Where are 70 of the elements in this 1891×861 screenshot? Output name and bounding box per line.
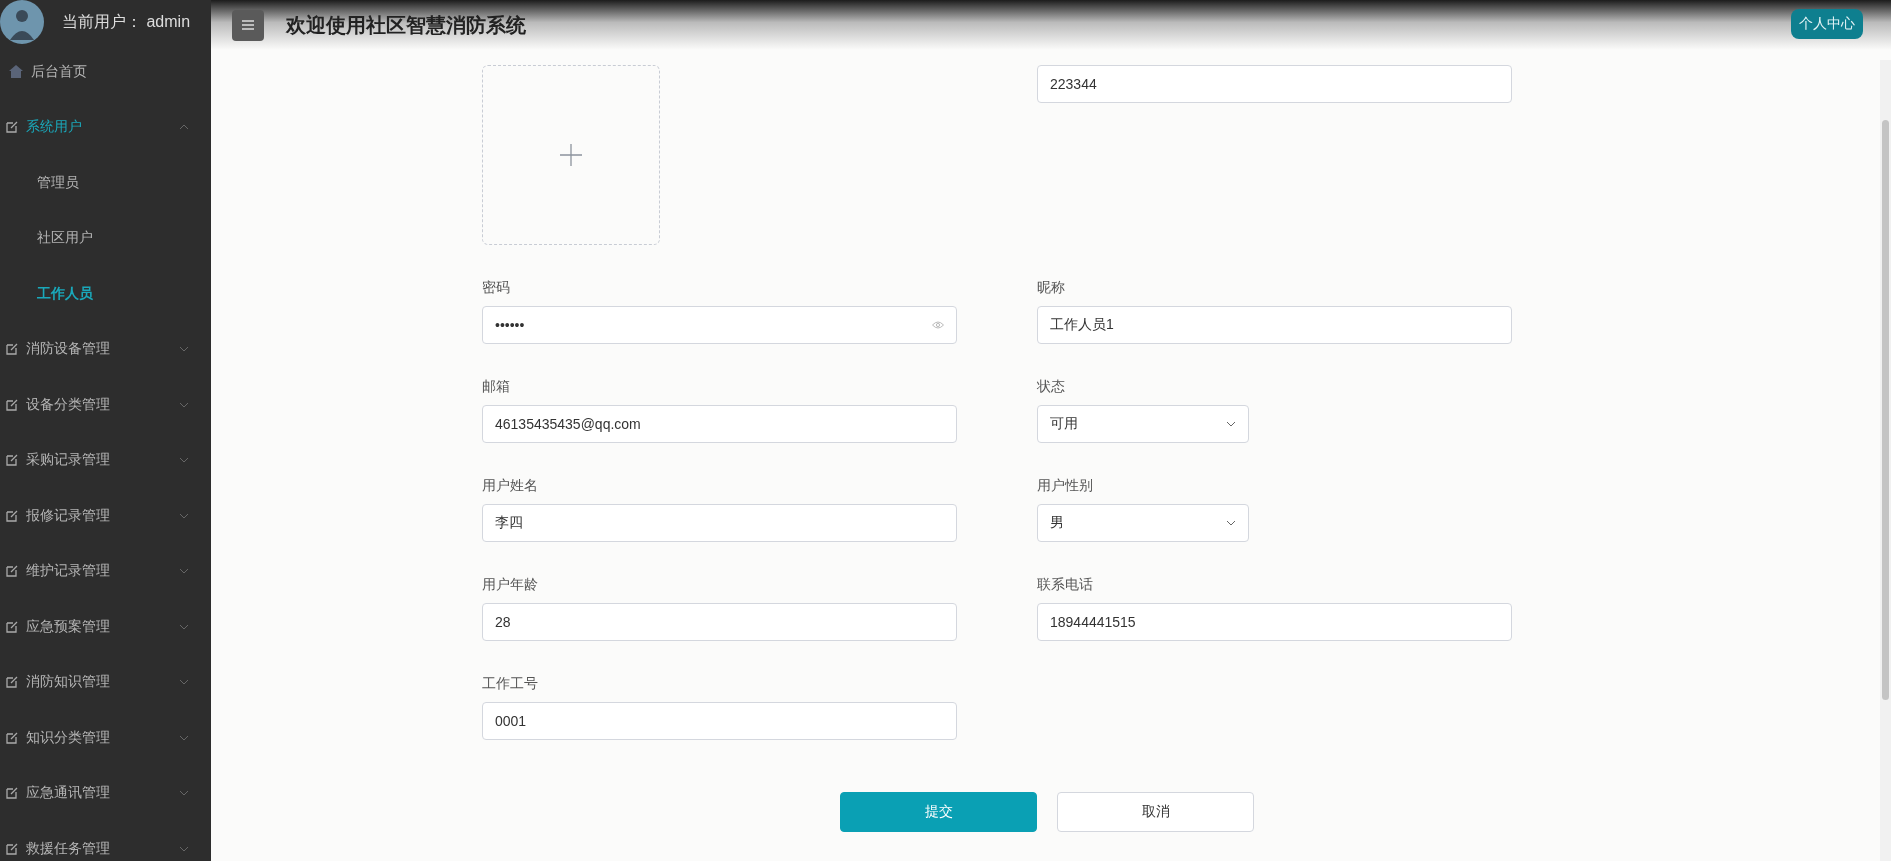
field-label: 用户性别 [1037,476,1094,495]
image-upload[interactable] [482,65,660,245]
chevron-down-icon [179,346,189,353]
scrollbar[interactable] [1880,60,1891,861]
edit-icon [6,121,18,134]
chevron-down-icon [179,790,189,797]
select-field[interactable]: 可用 [1037,405,1249,443]
field-label: 状态 [1037,377,1066,396]
chevron-down-icon [179,457,189,464]
edit-icon [6,398,18,411]
cancel-button[interactable]: 取消 [1057,792,1254,832]
edit-icon [6,509,18,522]
field-label: 联系电话 [1037,575,1094,594]
current-user-text: 当前用户： admin [62,11,191,32]
input-field[interactable]: 李四 [482,504,957,542]
edit-icon [6,676,18,689]
input-field[interactable]: 223344 [1037,65,1512,103]
chevron-up-icon [179,124,189,131]
sidebar-item[interactable]: 消防知识管理 [0,654,211,710]
menu-icon [242,20,254,30]
sidebar-item[interactable]: 后台首页 [0,44,211,100]
sidebar-item[interactable]: 设备分类管理 [0,377,211,433]
chevron-down-icon [179,679,189,686]
sidebar-item[interactable]: 救援任务管理 [0,821,211,861]
field-label: 昵称 [1037,278,1066,297]
edit-icon [6,787,18,800]
sidebar-item[interactable]: 应急通讯管理 [0,765,211,821]
page-title: 欢迎使用社区智慧消防系统 [286,12,527,38]
sidebar-item[interactable]: 知识分类管理 [0,710,211,766]
chevron-down-icon [179,568,189,575]
profile-button[interactable]: 个人中心 [1791,9,1863,39]
input-field[interactable]: 0001 [482,702,957,740]
edit-icon [6,343,18,356]
chevron-down-icon [179,401,189,408]
plus-icon [560,144,582,166]
sidebar-subitem[interactable]: 社区用户 [0,210,211,266]
edit-icon [6,731,18,744]
avatar [0,0,44,44]
sidebar-subitem[interactable]: 工作人员 [0,266,211,322]
edit-icon [6,842,18,855]
sidebar-subitem[interactable]: 管理员 [0,155,211,211]
sidebar-item[interactable]: 应急预案管理 [0,599,211,655]
field-label: 用户年龄 [482,575,539,594]
input-field[interactable]: 28 [482,603,957,641]
chevron-down-icon [1226,520,1236,526]
sidebar-item[interactable]: 消防设备管理 [0,321,211,377]
edit-icon [6,620,18,633]
password-field[interactable]: •••••• [482,306,957,344]
sidebar-item[interactable]: 维护记录管理 [0,543,211,599]
chevron-down-icon [179,845,189,852]
input-field[interactable]: 工作人员1 [1037,306,1512,344]
sidebar-item[interactable]: 系统用户 [0,99,211,155]
edit-icon [6,454,18,467]
select-field[interactable]: 男 [1037,504,1249,542]
sidebar-item[interactable]: 采购记录管理 [0,432,211,488]
edit-icon [6,565,18,578]
field-label: 密码 [482,278,511,297]
field-label: 用户姓名 [482,476,539,495]
chevron-down-icon [179,512,189,519]
eye-icon[interactable] [932,321,944,329]
input-field[interactable]: 46135435435@qq.com [482,405,957,443]
chevron-down-icon [179,623,189,630]
chevron-down-icon [1226,421,1236,427]
field-label: 邮箱 [482,377,511,396]
home-icon [9,65,23,79]
input-field[interactable]: 18944441515 [1037,603,1512,641]
chevron-down-icon [179,734,189,741]
field-label: 工作工号 [482,674,539,693]
sidebar-item[interactable]: 报修记录管理 [0,488,211,544]
menu-button[interactable] [232,9,264,41]
